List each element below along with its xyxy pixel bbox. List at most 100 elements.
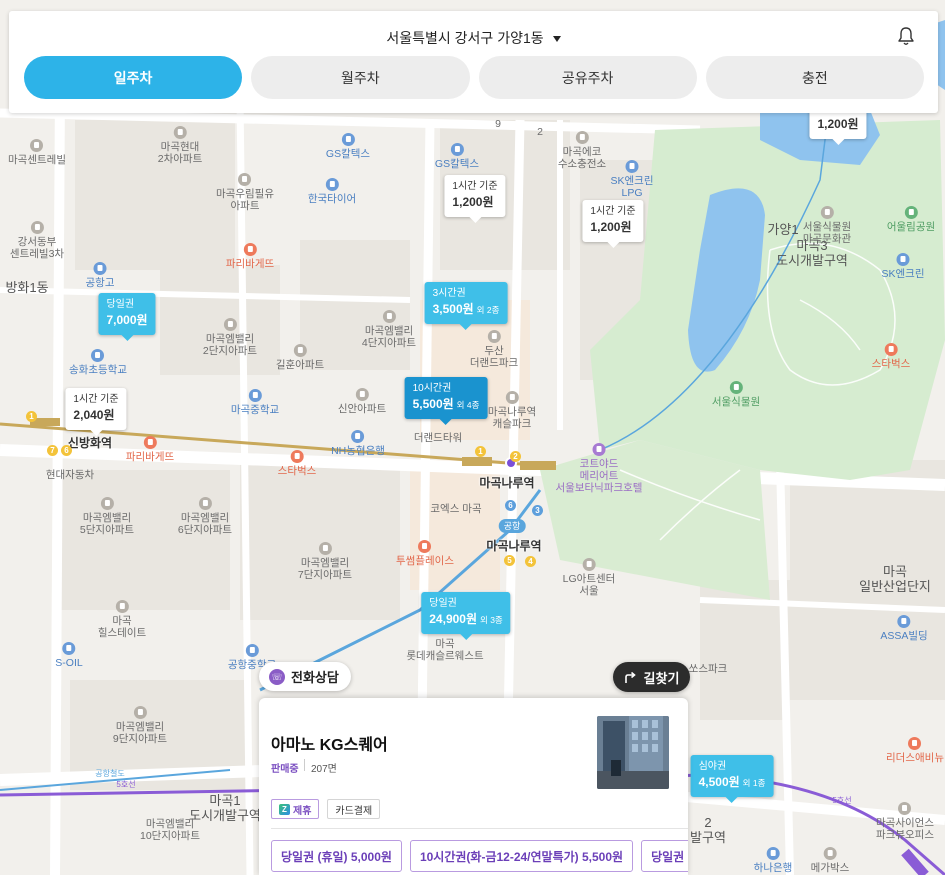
parking-detail-card[interactable]: 아마노 KG스퀘어 판매중 207면 Z 제휴 카드결제 당일권 (휴일) 5,0… (259, 698, 688, 875)
marker-price: 1,200원 (590, 220, 632, 234)
station-label[interactable]: 신방화역 (68, 434, 112, 451)
parking-marker[interactable]: 1시간 기준 1,200원 (444, 175, 506, 223)
poi-marker[interactable]: SK엔크린 (882, 253, 925, 280)
poi-marker[interactable]: 마곡우림필유 아파트 (216, 173, 274, 212)
poi-marker[interactable]: 하나은행 (754, 847, 792, 874)
poi-marker[interactable]: 파리바게뜨 (126, 436, 174, 463)
parking-marker[interactable]: 심야권 4,500원 외 1종 (690, 755, 774, 803)
poi-marker[interactable]: 코엑스 마곡 (430, 503, 481, 515)
poi-marker[interactable]: SK엔크린 LPG (611, 160, 654, 199)
station-label[interactable]: 마곡나루역 (486, 537, 541, 554)
park-icon (904, 206, 918, 219)
poi-marker[interactable]: ASSA빌딩 (880, 615, 928, 642)
poi-marker[interactable]: 서울식물원 마곡문화관 (803, 206, 851, 245)
notification-bell-icon[interactable] (897, 26, 915, 46)
gas-station-icon (341, 133, 355, 146)
poi-marker[interactable]: 마곡엠밸리 4단지아파트 (362, 310, 416, 349)
parking-space-count: 207면 (311, 764, 337, 775)
parking-marker[interactable]: 3시간권 3,500원 외 2종 (424, 282, 508, 330)
school-icon (93, 262, 107, 275)
poi-marker[interactable]: 마곡엠밸리 2단지아파트 (203, 318, 257, 357)
marker-ticket-type: 1시간 기준 (452, 181, 498, 192)
poi-marker[interactable]: S-OIL (55, 642, 83, 669)
poi-marker[interactable]: GS칼텍스 (435, 143, 479, 170)
poi-marker[interactable]: NH농협은행 (331, 430, 385, 457)
car-service-icon (325, 178, 339, 191)
ticket-chip[interactable]: 당일권 (평일) 7,000원 (641, 840, 688, 872)
bakery-icon (243, 243, 257, 256)
phone-consult-button[interactable]: ☏ 전화상담 (259, 662, 351, 691)
poi-marker[interactable]: 리더스애비뉴 (886, 737, 944, 764)
building-icon (30, 139, 44, 152)
subway-exit-icon: 1 (26, 411, 37, 422)
road-label: 5호선 (832, 796, 852, 805)
parking-marker[interactable]: 1시간 기준 1,200원 (582, 200, 644, 248)
building-icon (582, 558, 596, 571)
poi-marker[interactable]: 송화초등학교 (69, 349, 127, 376)
poi-marker[interactable]: 투썸플레이스 (396, 540, 454, 567)
poi-marker[interactable]: 스타벅스 (872, 343, 910, 370)
gas-station-icon (62, 642, 76, 655)
road-label: 5호선 (116, 780, 136, 789)
poi-marker[interactable]: 마곡사이언스 파크뷰오피스 (876, 802, 934, 841)
cafe-icon (290, 450, 304, 463)
parking-marker[interactable]: 당일권 7,000원 (98, 293, 156, 341)
poi-marker[interactable]: 파리바게뜨 (226, 243, 274, 270)
ticket-chip[interactable]: 당일권 (휴일) 5,000원 (271, 840, 402, 872)
poi-marker[interactable]: 현대자동차 (46, 469, 94, 481)
top-panel: 서울특별시 강서구 가양1동 일주차 월주차 공유주차 충전 (9, 11, 938, 113)
directions-label: 길찾기 (643, 670, 680, 686)
card-payment-tag: 카드결제 (327, 799, 381, 819)
poi-marker[interactable]: 길훈아파트 (276, 344, 324, 371)
building-icon (505, 391, 519, 404)
directions-button[interactable]: 길찾기 (613, 662, 690, 692)
tab-shared-parking[interactable]: 공유주차 (478, 56, 697, 99)
poi-marker[interactable]: 마곡 힐스테이트 (98, 600, 146, 639)
poi-marker[interactable]: 마곡 롯데캐슬르웨스트 (406, 638, 483, 662)
poi-marker[interactable]: 마곡엠밸리 7단지아파트 (298, 542, 352, 581)
poi-marker[interactable]: LG아트센터 서울 (563, 558, 615, 597)
building-icon (30, 221, 44, 234)
location-selector[interactable]: 서울특별시 강서구 가양1동 (9, 28, 938, 48)
poi-marker[interactable]: 마곡현대 2차아파트 (158, 126, 202, 165)
poi-marker[interactable]: 마곡에코 수소충전소 (558, 131, 606, 170)
marker-price: 3,500원 (432, 302, 474, 316)
school-icon (248, 389, 262, 402)
parking-marker[interactable]: 당일권 24,900원 외 3종 (421, 592, 511, 640)
tab-daily-parking[interactable]: 일주차 (24, 56, 243, 99)
partner-tag: Z 제휴 (271, 799, 320, 819)
poi-marker[interactable]: GS칼텍스 (326, 133, 370, 160)
poi-marker[interactable]: 한국타이어 (308, 178, 356, 205)
poi-marker[interactable]: 메가박스 (811, 847, 849, 874)
station-label[interactable]: 마곡나루역 (479, 474, 534, 491)
poi-marker[interactable]: 코트야드 메리어트 서울보타닉파크호텔 (556, 443, 642, 494)
sale-status-badge: 판매중 (271, 764, 299, 775)
poi-marker[interactable]: 마곡엠밸리 6단지아파트 (178, 497, 232, 536)
tab-charging[interactable]: 충전 (705, 56, 924, 99)
poi-marker[interactable]: 공항고 (86, 262, 114, 289)
poi-marker[interactable]: 스타벅스 (278, 450, 316, 477)
building-icon (908, 737, 922, 750)
poi-marker[interactable]: 마곡중학교 (231, 389, 279, 416)
tab-monthly-parking[interactable]: 월주차 (251, 56, 470, 99)
poi-marker[interactable]: 마곡나루역 캐슬파크 (488, 391, 536, 430)
feature-tags: Z 제휴 카드결제 (271, 799, 381, 819)
road-label: 2 (537, 126, 543, 138)
poi-marker[interactable]: 마곡엠밸리 10단지아파트 (140, 818, 200, 842)
parking-marker-selected[interactable]: 10시간권 5,500원 외 4종 (404, 377, 488, 425)
poi-marker[interactable]: 어울림공원 (887, 206, 935, 233)
poi-marker[interactable]: 마곡센트레빌 (8, 139, 66, 166)
poi-marker[interactable]: 마곡엠밸리 5단지아파트 (80, 497, 134, 536)
ticket-list[interactable]: 당일권 (휴일) 5,000원 10시간권(화-금12-24/연말특가) 5,5… (271, 840, 688, 872)
parking-lot-photo[interactable] (597, 716, 669, 789)
poi-marker[interactable]: 더랜드타워 (414, 432, 462, 444)
poi-marker[interactable]: 신안아파트 (338, 388, 386, 415)
ticket-chip[interactable]: 10시간권(화-금12-24/연말특가) 5,500원 (409, 840, 634, 872)
parking-marker[interactable]: 1시간 기준 2,040원 (65, 388, 127, 436)
poi-marker[interactable]: 마곡엠밸리 9단지아파트 (113, 706, 167, 745)
parking-lot-name: 아마노 KG스퀘어 (271, 737, 388, 754)
poi-marker[interactable]: 두산 더랜드파크 (470, 330, 518, 369)
bakery-icon (143, 436, 157, 449)
poi-marker[interactable]: 강서동부 센트레빌3차 (10, 221, 64, 260)
poi-marker[interactable]: 서울식물원 (712, 381, 760, 408)
